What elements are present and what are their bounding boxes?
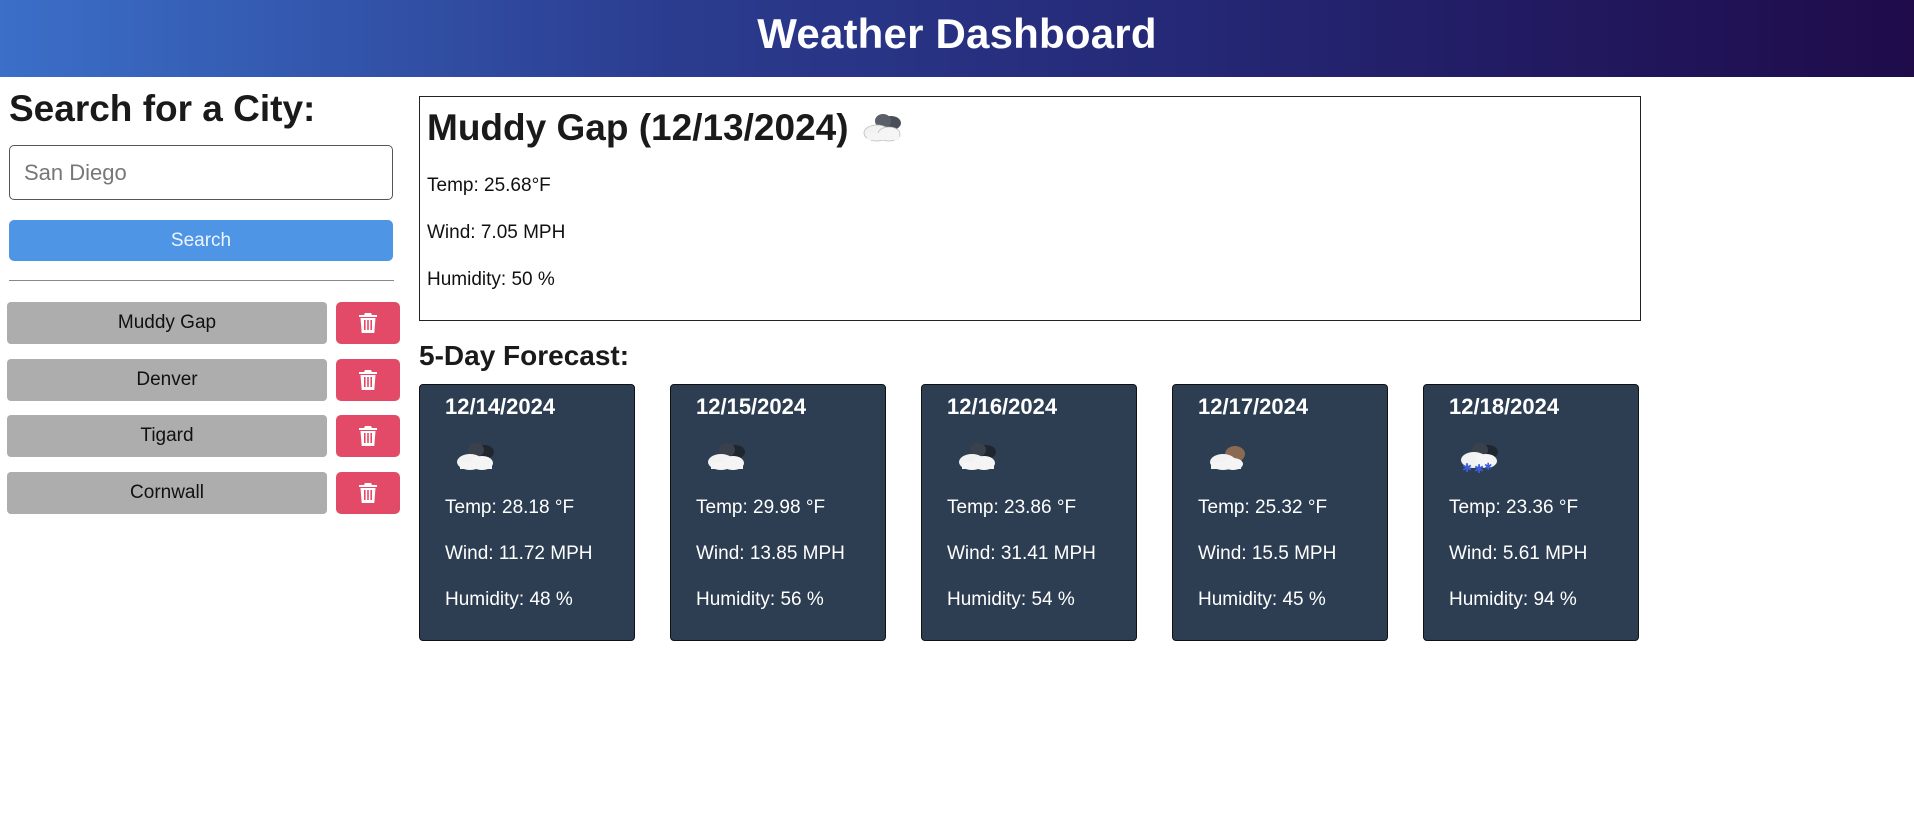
forecast-date: 12/17/2024 (1198, 394, 1309, 419)
history-city-button[interactable]: Muddy Gap (7, 302, 327, 344)
forecast-heading: 5-Day Forecast: (419, 340, 630, 371)
forecast-card: 12/17/2024 Temp: 25.32 °F Wind: 15.5 MPH… (1172, 384, 1388, 641)
app-header: Weather Dashboard (0, 0, 1914, 77)
forecast-wind: Wind: 11.72 MPH (445, 543, 593, 564)
forecast-date: 12/16/2024 (947, 394, 1058, 419)
history-city-button[interactable]: Cornwall (7, 471, 327, 514)
current-wind: Wind: 7.05 MPH (427, 222, 566, 243)
forecast-humidity: Humidity: 54 % (947, 589, 1075, 610)
cloudy-icon (708, 443, 745, 470)
current-temp: Temp: 25.68°F (427, 175, 551, 196)
trash-icon (359, 369, 377, 390)
svg-text:✱: ✱ (1474, 462, 1484, 474)
forecast-temp: Temp: 25.32 °F (1198, 497, 1328, 518)
forecast-humidity: Humidity: 45 % (1198, 589, 1326, 610)
forecast-card: 12/14/2024 Temp: 28.18 °F Wind: 11.72 MP… (419, 384, 635, 641)
forecast-temp: Temp: 29.98 °F (696, 497, 826, 518)
trash-icon (359, 482, 377, 503)
search-history: Muddy Gap Denver Tigard Cornwall (7, 302, 402, 528)
current-humidity: Humidity: 50 % (427, 269, 555, 290)
forecast-card: 12/15/2024 Temp: 29.98 °F Wind: 13.85 MP… (670, 384, 886, 641)
current-weather-title: Muddy Gap (12/13/2024) (427, 107, 909, 149)
delete-city-button[interactable] (336, 358, 400, 401)
forecast-temp: Temp: 28.18 °F (445, 497, 575, 518)
forecast-wind: Wind: 15.5 MPH (1198, 543, 1337, 564)
history-item: Cornwall (7, 471, 402, 514)
forecast-card: 12/18/2024 ✱ ✱ ✱ Temp: 23.36 °F Wind: 5.… (1423, 384, 1639, 641)
forecast-humidity: Humidity: 94 % (1449, 589, 1577, 610)
svg-text:✱: ✱ (1462, 461, 1472, 474)
history-item: Muddy Gap (7, 302, 402, 344)
snow-icon: ✱ ✱ ✱ (1461, 443, 1498, 474)
forecast-wind: Wind: 13.85 MPH (696, 543, 845, 564)
forecast-temp: Temp: 23.36 °F (1449, 497, 1579, 518)
history-city-button[interactable]: Tigard (7, 415, 327, 457)
forecast-card: 12/16/2024 Temp: 23.86 °F Wind: 31.41 MP… (921, 384, 1137, 641)
city-search-input[interactable] (9, 145, 393, 200)
forecast-date: 12/18/2024 (1449, 394, 1560, 419)
cloudy-icon (959, 443, 996, 470)
forecast-wind: Wind: 5.61 MPH (1449, 543, 1588, 564)
trash-icon (359, 313, 377, 333)
forecast-wind: Wind: 31.41 MPH (947, 543, 1096, 564)
forecast-date: 12/14/2024 (445, 394, 556, 419)
delete-city-button[interactable] (336, 415, 400, 457)
delete-city-button[interactable] (336, 471, 400, 514)
cloudy-icon (457, 443, 494, 470)
history-item: Denver (7, 358, 402, 401)
history-item: Tigard (7, 415, 402, 457)
forecast-humidity: Humidity: 56 % (696, 589, 824, 610)
current-weather-card: Muddy Gap (12/13/2024) Temp: 25.68°F Win… (419, 96, 1641, 321)
forecast-container: 12/14/2024 Temp: 28.18 °F Wind: 11.72 MP… (419, 384, 1641, 641)
trash-icon (359, 426, 377, 446)
forecast-date: 12/15/2024 (696, 394, 807, 419)
svg-text:✱: ✱ (1484, 462, 1492, 473)
divider (9, 280, 394, 281)
broken-clouds-icon (1210, 446, 1245, 470)
cloudy-icon (863, 114, 901, 142)
delete-city-button[interactable] (336, 302, 400, 344)
forecast-humidity: Humidity: 48 % (445, 589, 573, 610)
search-heading: Search for a City: (9, 88, 316, 129)
forecast-temp: Temp: 23.86 °F (947, 497, 1077, 518)
page-title: Weather Dashboard (757, 9, 1157, 57)
history-city-button[interactable]: Denver (7, 358, 327, 401)
current-city-date: Muddy Gap (12/13/2024) (427, 107, 849, 148)
search-button[interactable]: Search (9, 220, 393, 261)
